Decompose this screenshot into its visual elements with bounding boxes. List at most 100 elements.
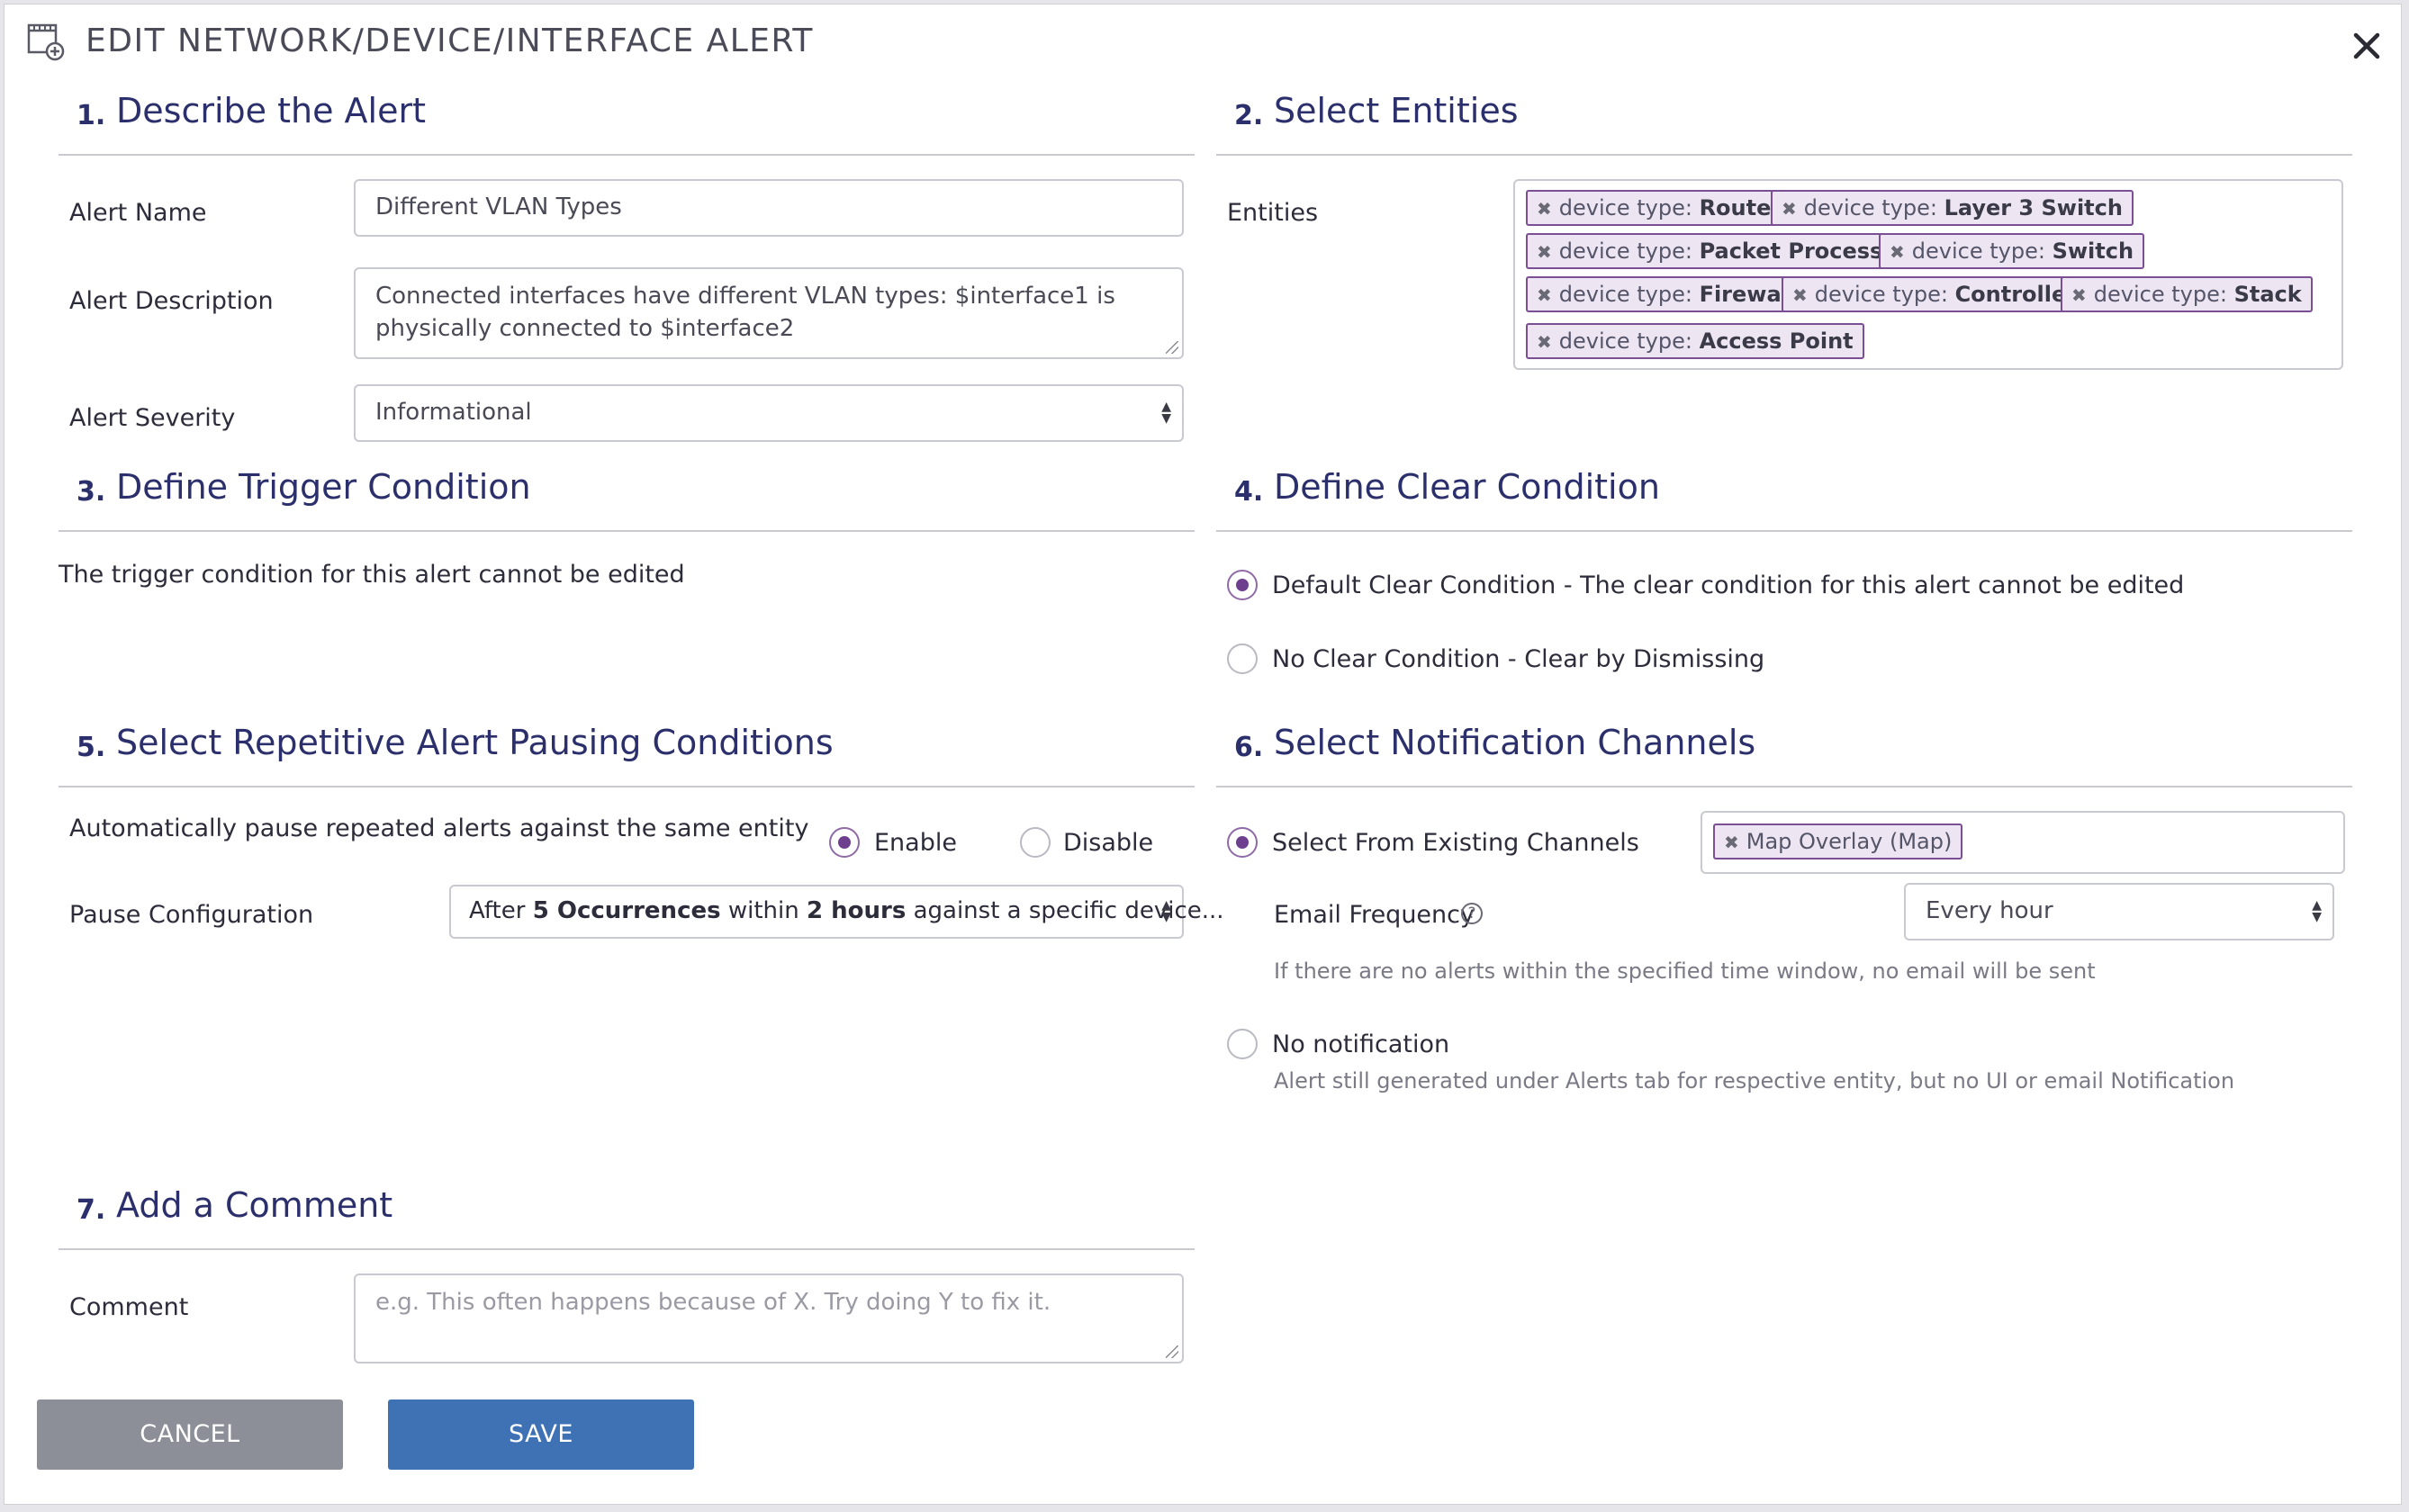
email-frequency-value: Every hour: [1926, 897, 2053, 924]
remove-tag-icon[interactable]: ✖: [2071, 284, 2087, 306]
tag-value: Access Point: [1699, 328, 1854, 354]
select-arrows-icon: ▲ ▼: [1161, 898, 1171, 924]
tag-prefix: device type:: [2093, 282, 2234, 307]
close-icon[interactable]: [2349, 28, 2385, 64]
entity-tag[interactable]: ✖ device type: Router: [1526, 190, 1793, 226]
remove-tag-icon[interactable]: ✖: [1890, 241, 1905, 263]
section-title: Define Trigger Condition: [116, 467, 531, 507]
section-number: 3.: [77, 476, 106, 508]
section-number: 1.: [77, 100, 106, 131]
remove-tag-icon[interactable]: ✖: [1537, 241, 1552, 263]
pause-configuration-label: Pause Configuration: [69, 901, 314, 929]
no-notification-label: No notification: [1272, 1030, 1450, 1058]
section-add-comment: 7. Add a Comment: [59, 1184, 1195, 1250]
existing-channels-radio[interactable]: [1227, 827, 1258, 858]
section-number: 5.: [77, 732, 106, 763]
entities-tag-input[interactable]: ✖ device type: Router ✖ device type: Layer…: [1513, 179, 2343, 370]
resize-handle-icon[interactable]: [1166, 341, 1178, 354]
dialog-title: EDIT NETWORK/DEVICE/INTERFACE ALERT: [86, 22, 814, 59]
tag-value: Controller: [1954, 282, 2078, 307]
trigger-condition-text: The trigger condition for this alert can…: [59, 561, 685, 589]
pause-config-text: After: [469, 897, 533, 924]
tag-prefix: device type:: [1814, 282, 1955, 307]
enable-pause-radio[interactable]: [829, 827, 860, 858]
tag-value: Stack: [2233, 282, 2302, 307]
channel-tag[interactable]: ✖ Map Overlay (Map): [1713, 824, 1963, 860]
section-notification-channels: 6. Select Notification Channels: [1216, 721, 2352, 788]
tag-value: Layer 3 Switch: [1944, 195, 2123, 220]
email-frequency-select[interactable]: Every hour ▲ ▼: [1904, 883, 2334, 940]
default-clear-label: Default Clear Condition - The clear cond…: [1272, 572, 2185, 599]
channels-tag-input[interactable]: ✖ Map Overlay (Map): [1701, 811, 2345, 874]
auto-pause-label: Automatically pause repeated alerts agai…: [69, 814, 809, 842]
alert-name-input[interactable]: Different VLAN Types: [354, 179, 1184, 237]
pause-config-hours: 2 hours: [807, 897, 907, 924]
comment-label: Comment: [69, 1293, 189, 1321]
alert-description-text: Connected interfaces have different VLAN…: [375, 283, 1115, 342]
entity-tag[interactable]: ✖ device type: Packet Processor: [1526, 233, 1919, 269]
tag-prefix: device type:: [1558, 282, 1700, 307]
disable-pause-radio[interactable]: [1020, 827, 1051, 858]
entities-label: Entities: [1227, 199, 1319, 227]
tag-prefix: device type:: [1911, 238, 2053, 264]
existing-channels-label: Select From Existing Channels: [1272, 829, 1639, 857]
remove-tag-icon[interactable]: ✖: [1537, 331, 1552, 353]
select-arrows-icon: ▲ ▼: [2312, 898, 2322, 924]
tag-prefix: device type:: [1558, 195, 1700, 220]
section-title: Add a Comment: [116, 1185, 393, 1225]
no-clear-label: No Clear Condition - Clear by Dismissing: [1272, 645, 1765, 673]
select-arrows-icon: ▲ ▼: [1161, 400, 1171, 426]
comment-placeholder: e.g. This often happens because of X. Tr…: [375, 1289, 1051, 1316]
alert-severity-label: Alert Severity: [69, 404, 236, 432]
section-number: 4.: [1234, 476, 1264, 508]
cancel-button[interactable]: CANCEL: [37, 1400, 343, 1470]
tag-value: Map Overlay (Map): [1746, 829, 1953, 854]
section-title: Select Entities: [1274, 91, 1519, 130]
save-button[interactable]: SAVE: [388, 1400, 694, 1470]
entity-tag[interactable]: ✖ device type: Firewall: [1526, 276, 1808, 312]
tag-prefix: device type:: [1558, 328, 1700, 354]
add-alert-icon: [27, 23, 65, 61]
entity-tag[interactable]: ✖ device type: Controller: [1782, 276, 2089, 312]
remove-tag-icon[interactable]: ✖: [1537, 284, 1552, 306]
section-pausing-conditions: 5. Select Repetitive Alert Pausing Condi…: [59, 721, 1195, 788]
tag-value: Switch: [2052, 238, 2134, 264]
section-title: Define Clear Condition: [1274, 467, 1660, 507]
section-describe-alert: 1. Describe the Alert: [59, 89, 1195, 156]
entity-tag[interactable]: ✖ device type: Access Point: [1526, 323, 1864, 359]
help-icon[interactable]: ?: [1461, 903, 1483, 924]
section-select-entities: 2. Select Entities: [1216, 89, 2352, 156]
no-clear-radio[interactable]: [1227, 644, 1258, 674]
disable-pause-label: Disable: [1063, 829, 1154, 857]
comment-textarea[interactable]: e.g. This often happens because of X. Tr…: [354, 1274, 1184, 1364]
section-trigger-condition: 3. Define Trigger Condition: [59, 465, 1195, 532]
no-notification-radio[interactable]: [1227, 1029, 1258, 1059]
section-clear-condition: 4. Define Clear Condition: [1216, 465, 2352, 532]
remove-tag-icon[interactable]: ✖: [1792, 284, 1808, 306]
tag-prefix: device type:: [1803, 195, 1944, 220]
entity-tag[interactable]: ✖ device type: Layer 3 Switch: [1771, 190, 2134, 226]
pause-configuration-select[interactable]: After 5 Occurrences within 2 hours again…: [449, 885, 1224, 939]
alert-severity-select[interactable]: Informational ▲ ▼: [354, 384, 1184, 442]
remove-tag-icon[interactable]: ✖: [1782, 198, 1797, 220]
alert-description-label: Alert Description: [69, 287, 274, 315]
remove-tag-icon[interactable]: ✖: [1537, 198, 1552, 220]
default-clear-radio[interactable]: [1227, 570, 1258, 600]
resize-handle-icon[interactable]: [1166, 1346, 1178, 1358]
section-number: 7.: [77, 1194, 106, 1226]
alert-severity-value: Informational: [375, 399, 532, 426]
alert-description-textarea[interactable]: Connected interfaces have different VLAN…: [354, 267, 1184, 359]
remove-tag-icon[interactable]: ✖: [1724, 832, 1739, 853]
entity-tag[interactable]: ✖ device type: Switch: [1879, 233, 2145, 269]
section-title: Select Notification Channels: [1274, 723, 1756, 762]
alert-name-label: Alert Name: [69, 199, 207, 227]
section-title: Describe the Alert: [116, 91, 426, 130]
no-notification-hint: Alert still generated under Alerts tab f…: [1274, 1068, 2235, 1094]
email-frequency-hint: If there are no alerts within the specif…: [1274, 958, 2096, 984]
tag-value: Packet Processor: [1699, 238, 1908, 264]
tag-value: Router: [1699, 195, 1782, 220]
entity-tag[interactable]: ✖ device type: Stack: [2061, 276, 2313, 312]
pause-config-occurrences: 5 Occurrences: [532, 897, 721, 924]
tag-prefix: device type:: [1558, 238, 1700, 264]
edit-alert-dialog: EDIT NETWORK/DEVICE/INTERFACE ALERT 1. D…: [4, 4, 2402, 1505]
